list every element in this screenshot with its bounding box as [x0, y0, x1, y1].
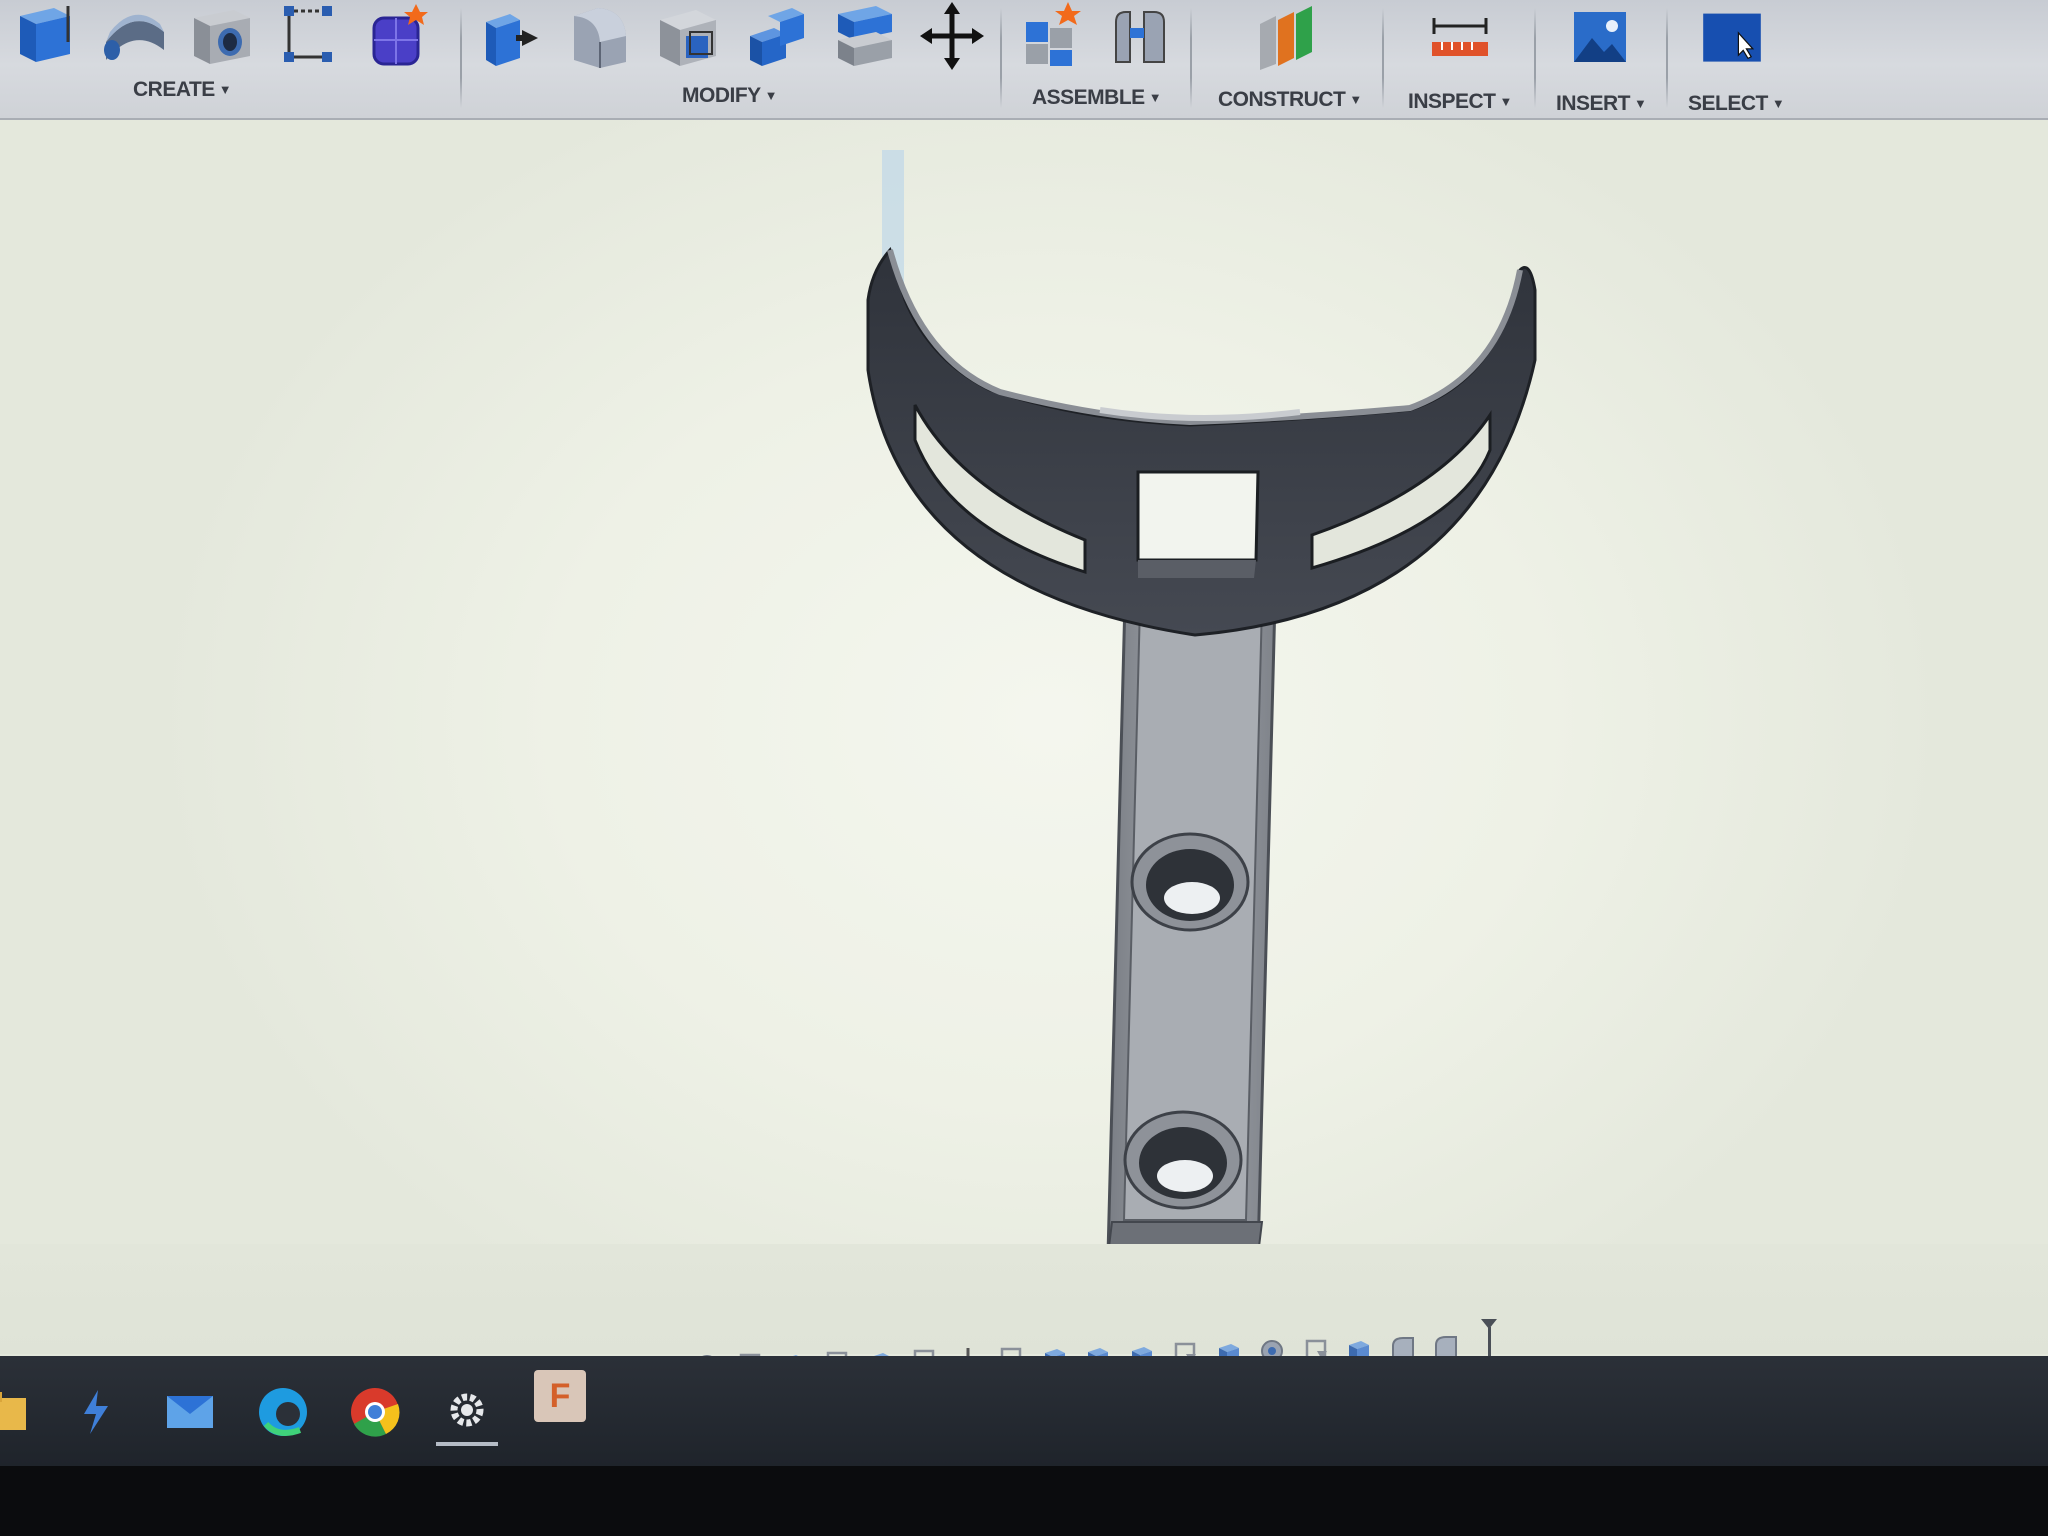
combine-icon[interactable]	[744, 2, 808, 70]
file-explorer-icon[interactable]	[0, 1376, 42, 1446]
mount-hole-lower	[1123, 1110, 1243, 1210]
joint-icon[interactable]	[1108, 2, 1172, 70]
toolbar: CREATE ▼ MODIFY ▼ ASSEMBLE ▼ CONSTRUCT ▼…	[0, 0, 2048, 120]
assemble-label: ASSEMBLE	[1032, 86, 1145, 109]
new-component-icon[interactable]	[1020, 2, 1084, 70]
active-app-indicator	[436, 1442, 498, 1446]
modify-group: MODIFY ▼	[462, 0, 1000, 118]
edge-icon[interactable]	[248, 1376, 318, 1446]
create-group: CREATE ▼	[0, 0, 460, 118]
chevron-down-icon: ▼	[1499, 94, 1513, 109]
feature-timeline[interactable]	[0, 1244, 2048, 1393]
offset-plane-icon[interactable]	[1254, 2, 1318, 70]
create-label: CREATE	[133, 78, 215, 101]
monitor-bezel	[0, 1466, 2048, 1536]
insert-label: INSERT	[1556, 92, 1631, 115]
modify-label: MODIFY	[682, 84, 761, 107]
create-menu[interactable]: CREATE ▼	[133, 78, 232, 102]
fusion-letter: F	[549, 1377, 571, 1415]
canvas-viewport[interactable]	[0, 120, 2048, 1362]
mail-icon[interactable]	[155, 1376, 225, 1446]
fusion-360-icon[interactable]: F	[534, 1370, 586, 1422]
measure-icon[interactable]	[1428, 2, 1492, 70]
modify-menu[interactable]: MODIFY ▼	[682, 84, 778, 108]
select-group: SELECT ▼	[1668, 0, 1828, 118]
cradle-slot-center	[1136, 470, 1260, 562]
press-pull-icon[interactable]	[480, 2, 544, 70]
insert-image-icon[interactable]	[1568, 2, 1632, 70]
chevron-down-icon: ▼	[764, 88, 778, 103]
select-label: SELECT	[1688, 92, 1768, 115]
assemble-group: ASSEMBLE ▼	[1002, 0, 1190, 118]
shell-icon[interactable]	[656, 2, 720, 70]
bracket-model[interactable]	[0, 120, 2048, 1362]
split-body-icon[interactable]	[832, 2, 896, 70]
chevron-down-icon: ▼	[1148, 90, 1162, 105]
inspect-group: INSPECT ▼	[1384, 0, 1534, 118]
mount-hole-upper	[1130, 832, 1250, 932]
inspect-menu[interactable]: INSPECT ▼	[1408, 90, 1512, 114]
select-menu[interactable]: SELECT ▼	[1688, 92, 1785, 116]
sketch-dimension-icon[interactable]	[278, 2, 342, 70]
assemble-menu[interactable]: ASSEMBLE ▼	[1032, 86, 1162, 110]
chevron-down-icon: ▼	[218, 82, 232, 97]
select-icon[interactable]	[1700, 2, 1780, 70]
fillet-icon[interactable]	[568, 2, 632, 70]
chrome-icon[interactable]	[340, 1376, 410, 1446]
insert-menu[interactable]: INSERT ▼	[1556, 92, 1647, 116]
sweep-icon[interactable]	[102, 2, 166, 70]
inspect-label: INSPECT	[1408, 90, 1496, 113]
construct-menu[interactable]: CONSTRUCT ▼	[1218, 88, 1362, 112]
hole-icon[interactable]	[190, 2, 254, 70]
chevron-down-icon: ▼	[1771, 96, 1785, 111]
chevron-down-icon: ▼	[1349, 92, 1362, 107]
windows-taskbar: F	[0, 1356, 2048, 1466]
insert-group: INSERT ▼	[1536, 0, 1666, 118]
extrude-icon[interactable]	[14, 2, 78, 70]
create-form-icon[interactable]	[366, 2, 430, 70]
cradle-inner-lip	[1099, 407, 1301, 422]
construct-label: CONSTRUCT	[1218, 88, 1346, 111]
cradle-slot-center-floor	[1138, 560, 1256, 578]
construct-group: CONSTRUCT ▼	[1192, 0, 1382, 118]
settings-icon[interactable]	[432, 1376, 502, 1446]
chevron-down-icon: ▼	[1634, 96, 1647, 111]
lightning-app-icon[interactable]	[60, 1376, 130, 1446]
move-icon[interactable]	[920, 2, 984, 70]
